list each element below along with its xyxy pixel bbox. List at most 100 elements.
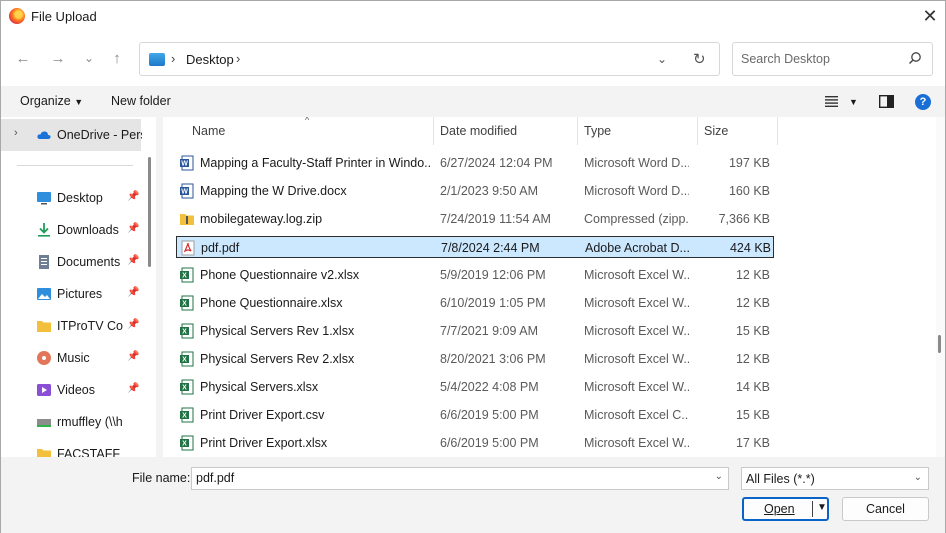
sidebar-item-pictures[interactable]: Pictures 📌 <box>1 278 151 310</box>
navigation-pane: › OneDrive - Perso Desktop 📌 Downloads 📌… <box>1 117 156 457</box>
svg-text:X: X <box>182 441 187 448</box>
svg-text:W: W <box>181 161 188 168</box>
folder-icon <box>37 449 51 457</box>
file-type-cell: Compressed (zipp... <box>584 212 689 226</box>
cancel-button-label: Cancel <box>866 502 905 516</box>
column-header-date[interactable]: Date modified <box>440 124 517 138</box>
file-size-cell: 160 KB <box>728 184 770 198</box>
file-name-cell: Print Driver Export.xlsx <box>200 436 328 450</box>
view-options-icon[interactable] <box>825 96 839 107</box>
table-row[interactable]: X Physical Servers Rev 2.xlsx 8/20/2021 3:… <box>176 348 774 370</box>
sidebar-item-label: Videos <box>57 383 95 397</box>
sidebar-item-network-drive[interactable]: rmuffley (\\hydr <box>1 406 151 438</box>
column-divider[interactable] <box>777 117 778 145</box>
file-name-input[interactable] <box>196 471 706 485</box>
help-icon[interactable]: ? <box>915 94 931 110</box>
file-size-cell: 15 KB <box>735 324 770 338</box>
file-name-field[interactable]: ⌄ <box>191 467 729 490</box>
breadcrumb-desktop[interactable]: Desktop <box>186 52 234 67</box>
file-upload-dialog: File Upload ✕ ← → ⌄ ↑ › Desktop › ⌄ ↻ Or… <box>0 0 946 533</box>
file-type-filter[interactable]: All Files (*.*) ⌄ <box>741 467 929 490</box>
svg-text:X: X <box>182 413 187 420</box>
recent-locations-button[interactable]: ⌄ <box>80 49 98 67</box>
new-folder-button[interactable]: New folder <box>111 94 171 108</box>
sidebar-item-label: Documents <box>57 255 121 269</box>
forward-button[interactable]: → <box>49 50 67 68</box>
close-button[interactable]: ✕ <box>915 1 945 32</box>
file-type-filter-value: All Files (*.*) <box>746 472 815 486</box>
back-button[interactable]: ← <box>14 50 32 68</box>
table-row[interactable]: mobilegateway.log.zip 7/24/2019 11:54 AM C… <box>176 208 774 230</box>
sidebar-item-desktop[interactable]: Desktop 📌 <box>1 182 151 214</box>
open-dropdown-icon[interactable]: ▼ <box>817 502 827 513</box>
up-button[interactable]: ↑ <box>108 50 126 68</box>
sidebar-item-videos[interactable]: Videos 📌 <box>1 374 151 406</box>
search-input[interactable] <box>741 51 911 67</box>
column-header-type[interactable]: Type <box>584 124 611 138</box>
sidebar-item-downloads[interactable]: Downloads 📌 <box>1 214 151 246</box>
zip-icon <box>180 214 194 225</box>
file-type-cell: Microsoft Excel W... <box>584 296 689 310</box>
column-divider[interactable] <box>433 117 434 145</box>
table-row[interactable]: X Print Driver Export.csv 6/6/2019 5:00 PM… <box>176 404 774 426</box>
view-dropdown-icon[interactable]: ▼ <box>849 97 858 107</box>
svg-text:W: W <box>181 189 188 196</box>
expand-chevron-icon[interactable]: › <box>14 127 18 139</box>
sidebar-item-onedrive[interactable]: › OneDrive - Perso <box>1 119 142 151</box>
breadcrumb-separator[interactable]: › <box>171 51 175 66</box>
sidebar-item-label: rmuffley (\\hydr <box>57 415 123 429</box>
address-dropdown-icon[interactable]: ⌄ <box>657 52 667 66</box>
table-row[interactable]: X Physical Servers.xlsx 5/4/2022 4:08 PM Mi… <box>176 376 774 398</box>
sidebar-scrollbar[interactable] <box>148 157 151 267</box>
file-size-cell: 197 KB <box>728 156 770 170</box>
music-icon <box>37 351 51 365</box>
column-header-size[interactable]: Size <box>704 124 728 138</box>
file-type-cell: Microsoft Excel C... <box>584 408 689 422</box>
table-row[interactable]: W Mapping a Faculty-Staff Printer in Wind… <box>176 152 774 174</box>
videos-icon <box>37 384 51 396</box>
file-size-cell: 7,366 KB <box>718 212 770 226</box>
excel-icon: X <box>180 407 194 423</box>
sidebar-item-label: Desktop <box>57 191 103 205</box>
chevron-down-icon[interactable]: ⌄ <box>715 471 723 482</box>
chevron-down-icon[interactable]: ⌄ <box>914 472 922 483</box>
table-row[interactable]: W Mapping the W Drive.docx 2/1/2023 9:50 A… <box>176 180 774 202</box>
pin-icon: 📌 <box>127 351 140 362</box>
excel-icon: X <box>180 379 194 395</box>
file-name-cell: Physical Servers Rev 2.xlsx <box>200 352 355 366</box>
column-divider[interactable] <box>697 117 698 145</box>
sidebar-item-documents[interactable]: Documents 📌 <box>1 246 151 278</box>
firefox-icon <box>9 8 25 24</box>
sidebar-item-music[interactable]: Music 📌 <box>1 342 151 374</box>
refresh-icon[interactable]: ↻ <box>693 50 706 68</box>
sidebar-item-facstaff[interactable]: FACSTAFF <box>1 438 151 457</box>
scrollbar-thumb[interactable] <box>938 335 941 353</box>
table-row[interactable]: X Phone Questionnaire v2.xlsx 5/9/2019 12:… <box>176 264 774 286</box>
column-header-name[interactable]: Name <box>192 124 225 138</box>
table-row[interactable]: X Phone Questionnaire.xlsx 6/10/2019 1:05 … <box>176 292 774 314</box>
file-type-cell: Microsoft Excel W... <box>584 268 689 282</box>
search-box[interactable] <box>732 42 933 76</box>
file-size-cell: 15 KB <box>735 408 770 422</box>
excel-icon: X <box>180 435 194 451</box>
breadcrumb-separator-end[interactable]: › <box>236 51 240 66</box>
file-size-cell: 12 KB <box>735 268 770 282</box>
preview-pane-icon[interactable] <box>879 95 894 108</box>
cloud-icon <box>37 131 51 139</box>
word-icon: W <box>180 183 194 199</box>
table-row-selected[interactable]: pdf.pdf 7/8/2024 2:44 PM Adobe Acrobat D..… <box>176 236 774 258</box>
organize-button[interactable]: Organize ▼ <box>20 94 83 108</box>
table-row[interactable]: X Print Driver Export.xlsx 6/6/2019 5:00 P… <box>176 432 774 454</box>
address-bar[interactable]: › Desktop › ⌄ ↻ <box>139 42 720 76</box>
file-size-cell: 12 KB <box>735 352 770 366</box>
folder-icon <box>37 321 51 332</box>
file-date-cell: 2/1/2023 9:50 AM <box>440 184 538 198</box>
column-divider[interactable] <box>577 117 578 145</box>
sidebar-item-itprotv[interactable]: ITProTV Cou 📌 <box>1 310 151 342</box>
table-row[interactable]: X Physical Servers Rev 1.xlsx 7/7/2021 9:0… <box>176 320 774 342</box>
open-button[interactable]: Open ▼ <box>742 497 829 521</box>
search-icon[interactable] <box>908 51 922 65</box>
file-list-scrollbar[interactable] <box>936 117 945 457</box>
pin-icon: 📌 <box>127 319 140 330</box>
cancel-button[interactable]: Cancel <box>842 497 929 521</box>
